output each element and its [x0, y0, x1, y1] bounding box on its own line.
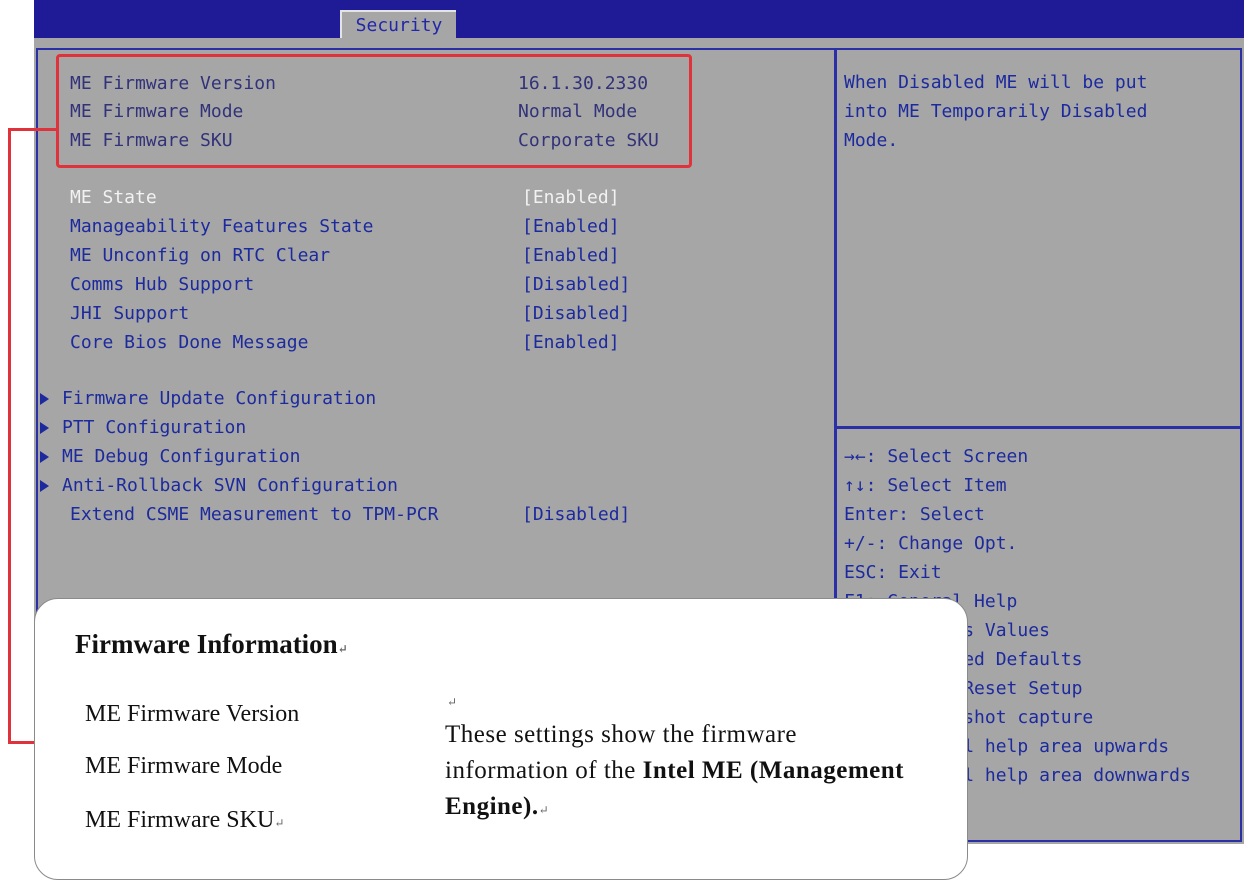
- setting-me-unconfig-value[interactable]: [Enabled]: [522, 244, 620, 268]
- submenu-firmware-update[interactable]: Firmware Update Configuration: [62, 387, 376, 411]
- callout-item-mode: ME Firmware Mode: [85, 753, 283, 779]
- callout-connector: [8, 128, 58, 131]
- callout-item-version: ME Firmware Version: [85, 701, 300, 727]
- help-divider: [837, 426, 1240, 429]
- setting-me-unconfig-label[interactable]: ME Unconfig on RTC Clear: [70, 244, 330, 268]
- key-enter: Enter: Select: [844, 504, 985, 525]
- submenu-arrow-icon: [40, 393, 49, 405]
- setting-manageability-value[interactable]: [Enabled]: [522, 215, 620, 239]
- setting-jhi-label[interactable]: JHI Support: [70, 302, 189, 326]
- setting-extend-csme-label[interactable]: Extend CSME Measurement to TPM-PCR: [70, 503, 438, 527]
- help-text: When Disabled ME will be put into ME Tem…: [844, 72, 1148, 151]
- top-menu-bar: Security: [34, 0, 1244, 38]
- key-select-item: ↑↓: Select Item: [844, 475, 1007, 496]
- callout-title: Firmware Information↵: [75, 629, 348, 659]
- tab-security[interactable]: Security: [340, 10, 456, 38]
- callout-connector: [8, 741, 36, 744]
- submenu-arrow-icon: [40, 451, 49, 463]
- submenu-anti-rollback[interactable]: Anti-Rollback SVN Configuration: [62, 474, 398, 498]
- setting-me-state-label[interactable]: ME State: [70, 186, 157, 210]
- submenu-arrow-icon: [40, 422, 49, 434]
- setting-extend-csme-value[interactable]: [Disabled]: [522, 503, 630, 527]
- callout-item-sku: ME Firmware SKU↵: [85, 807, 285, 833]
- firmware-info-callout: Firmware Information↵ ME Firmware Versio…: [34, 598, 968, 880]
- submenu-ptt[interactable]: PTT Configuration: [62, 416, 246, 440]
- setting-core-bios-label[interactable]: Core Bios Done Message: [70, 331, 308, 355]
- callout-description: These settings show the firmware informa…: [445, 721, 904, 820]
- key-select-screen: →←: Select Screen: [844, 446, 1029, 467]
- setting-comms-hub-label[interactable]: Comms Hub Support: [70, 273, 254, 297]
- setting-me-state-value[interactable]: [Enabled]: [522, 186, 620, 210]
- key-change-opt: +/-: Change Opt.: [844, 533, 1018, 554]
- setting-manageability-label[interactable]: Manageability Features State: [70, 215, 373, 239]
- setting-comms-hub-value[interactable]: [Disabled]: [522, 273, 630, 297]
- paragraph-mark: ↵: [447, 695, 458, 709]
- setting-core-bios-value[interactable]: [Enabled]: [522, 331, 620, 355]
- setting-jhi-value[interactable]: [Disabled]: [522, 302, 630, 326]
- submenu-me-debug[interactable]: ME Debug Configuration: [62, 445, 300, 469]
- key-esc: ESC: Exit: [844, 562, 942, 583]
- callout-connector: [8, 128, 11, 743]
- firmware-info-highlight: [56, 54, 692, 168]
- submenu-arrow-icon: [40, 480, 49, 492]
